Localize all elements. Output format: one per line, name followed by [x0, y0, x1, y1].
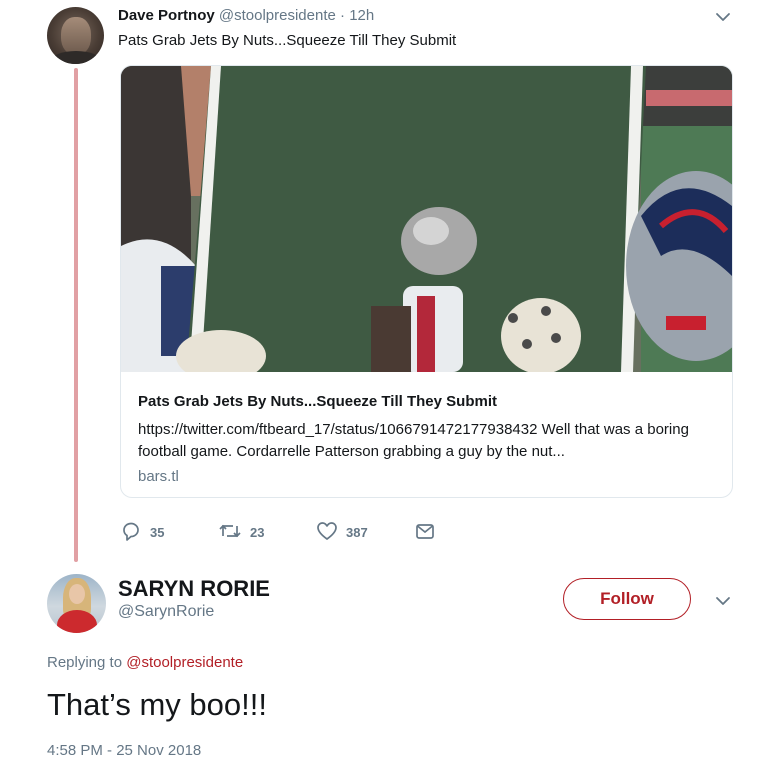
- author-avatar[interactable]: [47, 7, 104, 64]
- tweet-time[interactable]: 12h: [349, 7, 374, 24]
- reply-timestamp[interactable]: 4:58 PM - 25 Nov 2018: [47, 742, 201, 759]
- retweet-count: 23: [250, 525, 265, 540]
- follow-button[interactable]: Follow: [563, 578, 691, 620]
- card-image: [121, 66, 732, 372]
- retweet-icon[interactable]: [218, 520, 242, 545]
- header-separator: ·: [340, 7, 346, 24]
- like-count: 387: [346, 525, 368, 540]
- author-name[interactable]: Dave Portnoy: [118, 7, 215, 24]
- reply-action[interactable]: 35: [120, 520, 164, 545]
- reply-author-avatar[interactable]: [47, 574, 106, 633]
- card-domain: bars.tl: [138, 468, 179, 485]
- reply-author-name[interactable]: SARYN RORIE: [118, 576, 270, 602]
- reply-author-handle[interactable]: @SarynRorie: [118, 603, 214, 621]
- reply-icon[interactable]: [120, 520, 142, 545]
- card-description: https://twitter.com/ftbeard_17/status/10…: [138, 421, 689, 460]
- dm-action[interactable]: [414, 520, 436, 545]
- card-body: Pats Grab Jets By Nuts...Squeeze Till Th…: [121, 372, 732, 497]
- retweet-action[interactable]: 23: [218, 520, 264, 545]
- replying-to: Replying to @stoolpresidente: [47, 654, 243, 671]
- card-title: Pats Grab Jets By Nuts...Squeeze Till Th…: [138, 393, 497, 410]
- chevron-down-icon[interactable]: [712, 592, 734, 610]
- reply-count: 35: [150, 525, 165, 540]
- author-handle[interactable]: @stoolpresidente: [219, 7, 336, 24]
- like-icon[interactable]: [316, 520, 338, 545]
- tweet-text: Pats Grab Jets By Nuts...Squeeze Till Th…: [118, 32, 457, 49]
- replying-prefix: Replying to: [47, 654, 123, 671]
- thread-line: [74, 68, 78, 562]
- dm-icon[interactable]: [414, 520, 436, 545]
- link-card[interactable]: Pats Grab Jets By Nuts...Squeeze Till Th…: [120, 65, 733, 498]
- tweet-header: Dave Portnoy @stoolpresidente · 12h: [118, 6, 374, 26]
- like-action[interactable]: 387: [316, 520, 368, 545]
- chevron-down-icon[interactable]: [712, 8, 734, 26]
- reply-text: That’s my boo!!!: [47, 687, 267, 722]
- replying-handle-link[interactable]: @stoolpresidente: [126, 654, 243, 671]
